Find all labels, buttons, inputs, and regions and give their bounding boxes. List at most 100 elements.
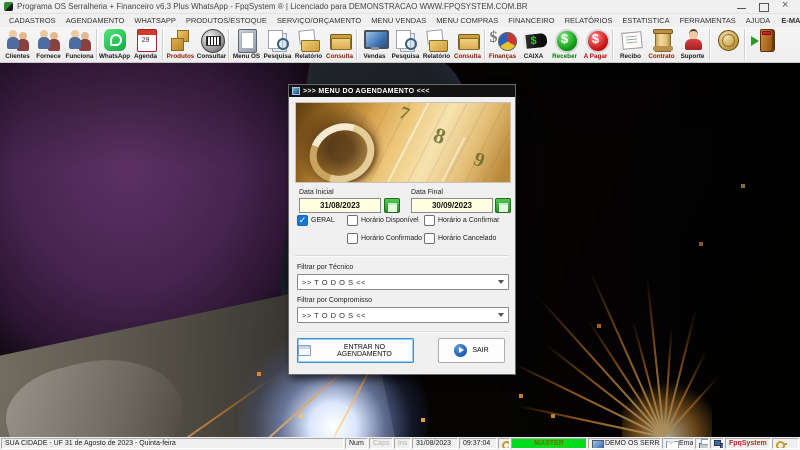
menu-relatorios[interactable]: RELATÓRIOS [560, 16, 618, 25]
support-person-icon [679, 28, 707, 53]
coin-icon [714, 28, 742, 53]
toolbar-button-recibo[interactable]: Recibo [615, 27, 646, 62]
checkbox-geral[interactable]: GERAL [297, 215, 335, 227]
monitor-icon [361, 28, 389, 53]
toolbar-button-vendas[interactable]: Vendas [359, 27, 390, 62]
toolbar-button-produtos[interactable]: Produtos [165, 27, 196, 62]
status-num-lock: Num [345, 438, 368, 449]
checkbox-icon [347, 233, 358, 244]
barcode-icon [198, 28, 226, 53]
clients-icon [4, 28, 32, 53]
toolbar-button-fornecedor[interactable]: Fornece [33, 27, 64, 62]
dialog-title-text: >>> MENU DO AGENDAMENTO <<< [303, 87, 430, 95]
dialog-title-bar[interactable]: >>> MENU DO AGENDAMENTO <<< [289, 85, 515, 97]
toolbar-button-consultar[interactable]: Consultar [196, 27, 227, 62]
toolbar-button-consulta-vendas[interactable]: Consulta [452, 27, 483, 62]
status-caps-lock: Caps [369, 438, 393, 449]
toolbar-separator [612, 29, 614, 60]
data-final-input[interactable] [411, 198, 493, 213]
checkbox-horario-a-confirmar[interactable]: Horário a Confirmar [424, 215, 499, 226]
status-system-name: DEMO OS SERRA 6.3 [588, 438, 661, 449]
data-final-calendar-button[interactable] [495, 198, 511, 213]
menu-agendamento[interactable]: AGENDAMENTO [61, 16, 130, 25]
toolbar-separator [162, 29, 164, 60]
toolbar-button-exit[interactable] [747, 27, 778, 62]
minimize-button[interactable] [736, 2, 748, 12]
dollar-green-icon [551, 28, 579, 53]
dollar-red-icon [582, 28, 610, 53]
toolbar-button-menu-os[interactable]: Menu OS [231, 27, 262, 62]
toolbar-separator [228, 29, 230, 60]
title-bar[interactable]: Programa OS Serralheria + Financeiro v6.… [0, 0, 800, 14]
whatsapp-icon [101, 28, 129, 53]
agendamento-dialog: >>> MENU DO AGENDAMENTO <<< 7 8 9 Data I… [288, 84, 516, 375]
status-printer[interactable] [695, 438, 709, 449]
toolbar-button-agenda[interactable]: 29 Agenda [130, 27, 161, 62]
calendar-number: 9 [470, 147, 488, 173]
checkbox-horario-cancelado[interactable]: Horário Cancelado [424, 233, 496, 244]
exit-door-icon [749, 28, 777, 53]
toolbar-button-caixa[interactable]: CAIXA [518, 27, 549, 62]
key-icon [776, 439, 787, 448]
status-date: 31/08/2023 [412, 438, 458, 449]
toolbar-separator [744, 29, 746, 60]
arrow-circle-icon [454, 344, 468, 357]
checkbox-horario-disponivel[interactable]: Horário Disponível [347, 215, 419, 226]
folder-icon [326, 28, 354, 53]
status-time: 09:37:04 [459, 438, 497, 449]
menu-vendas[interactable]: MENU VENDAS [366, 16, 431, 25]
report-icon [423, 28, 451, 53]
toolbar-button-pesquisa-vendas[interactable]: Pesquisa [390, 27, 421, 62]
toolbar-button-financas[interactable]: Finanças [487, 27, 518, 62]
menu-financeiro[interactable]: FINANCEIRO [503, 16, 559, 25]
folder-icon [454, 28, 482, 53]
data-inicial-calendar-button[interactable] [384, 198, 400, 213]
checkbox-horario-confirmado[interactable]: Horário Confirmado [347, 233, 422, 244]
chevron-down-icon [498, 313, 504, 320]
sair-button[interactable]: SAIR [438, 338, 505, 363]
toolbar-button-contrato[interactable]: Contrato [646, 27, 677, 62]
status-insert: Ins [394, 438, 411, 449]
menu-ajuda[interactable]: AJUDA [741, 16, 776, 25]
toolbar-button-pesquisa-os[interactable]: Pesquisa [262, 27, 293, 62]
toolbar-button-consulta-os[interactable]: Consulta [324, 27, 355, 62]
toolbar-button-relatorio-os[interactable]: Relatório [293, 27, 324, 62]
menu-whatsapp[interactable]: WHATSAPP [129, 16, 181, 25]
menu-produtos-estoque[interactable]: PRODUTOS/ESTOQUE [181, 16, 272, 25]
toolbar-button-clientes[interactable]: Clientes [2, 27, 33, 62]
toolbar-button-a-pagar[interactable]: A Pagar [580, 27, 611, 62]
clipboard-icon [233, 28, 261, 53]
filtrar-tecnico-label: Filtrar por Técnico [297, 264, 354, 271]
suppliers-icon [35, 28, 63, 53]
filtrar-compromisso-select[interactable]: >> T O D O S << [297, 307, 509, 323]
key-icon [502, 439, 509, 448]
toolbar-button-relatorio-vendas[interactable]: Relatório [421, 27, 452, 62]
menu-ferramentas[interactable]: FERRAMENTAS [675, 16, 741, 25]
status-location: SUA CIDADE - UF 31 de Agosto de 2023 - Q… [1, 438, 344, 449]
toolbar-button-funcionario[interactable]: Funciona [64, 27, 95, 62]
menu-servico-orcamento[interactable]: SERVIÇO/ORÇAMENTO [272, 16, 366, 25]
products-boxes-icon [167, 28, 195, 53]
filtrar-tecnico-select[interactable]: >> T O D O S << [297, 274, 509, 290]
close-button[interactable] [780, 0, 792, 12]
maximize-button[interactable] [758, 2, 770, 12]
status-key2-panel [772, 438, 799, 449]
menu-compras[interactable]: MENU COMPRAS [431, 16, 503, 25]
entrar-agendamento-button[interactable]: ENTRAR NO AGENDAMENTO [297, 338, 414, 363]
toolbar-button-receber[interactable]: Receber [549, 27, 580, 62]
employees-icon [66, 28, 94, 53]
contract-scroll-icon [648, 28, 676, 53]
email-icon [666, 439, 679, 448]
toolbar-button-whatsapp[interactable]: WhatsApp [99, 27, 130, 62]
exit-sign-icon [761, 31, 771, 35]
toolbar-button-coin[interactable] [712, 27, 743, 62]
toolbar-button-suporte[interactable]: Suporte [677, 27, 708, 62]
toolbar-separator [356, 29, 358, 60]
status-network[interactable] [710, 438, 724, 449]
toolbar: Clientes Fornece Funciona WhatsApp 29 Age… [0, 27, 800, 63]
data-inicial-input[interactable] [299, 198, 381, 213]
menu-cadastros[interactable]: CADASTROS [4, 16, 61, 25]
status-email[interactable]: Email [662, 438, 694, 449]
menu-estatistica[interactable]: ESTATISTICA [617, 16, 674, 25]
menu-email[interactable]: E-MAIL [779, 16, 800, 25]
